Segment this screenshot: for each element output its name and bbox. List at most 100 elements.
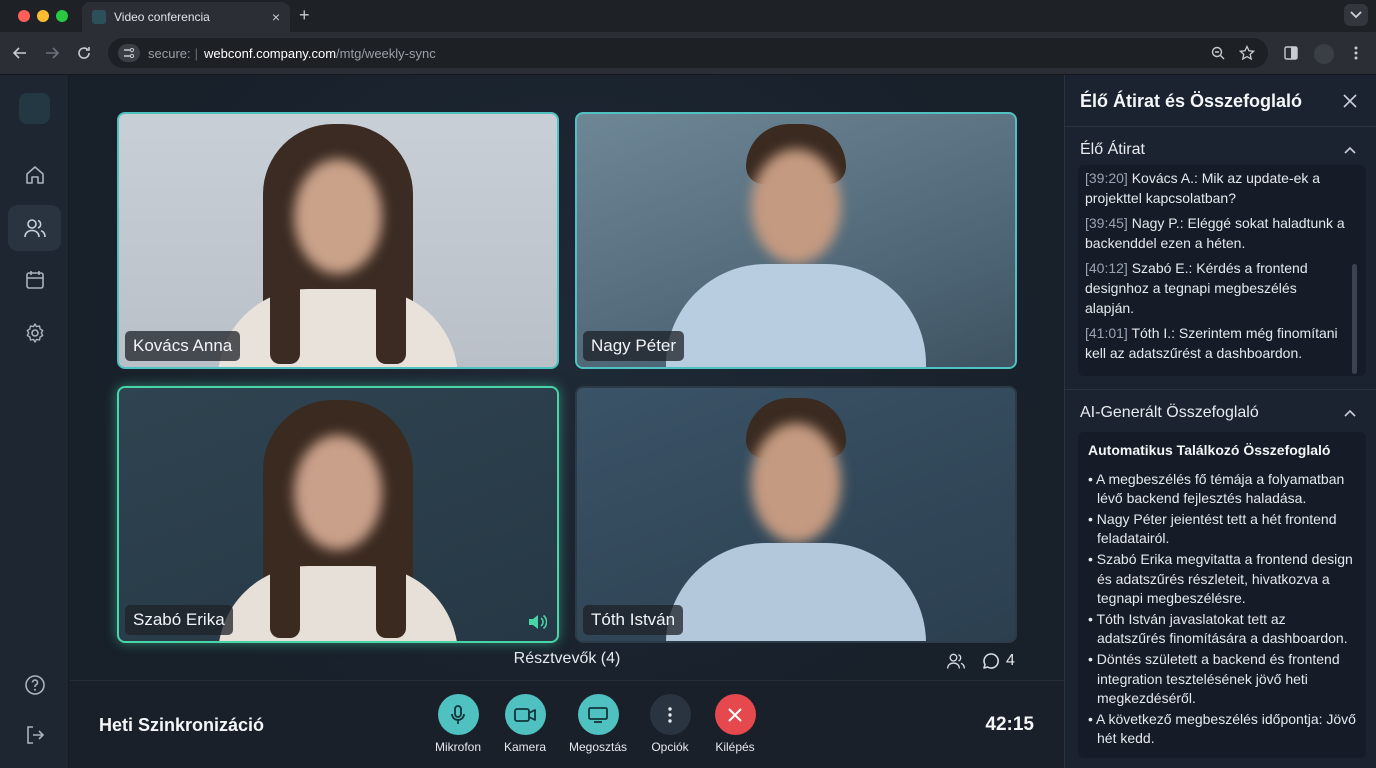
video-tile-toth-istvan[interactable]: Tóth István (575, 386, 1017, 643)
control-bar: Heti Szinkronizáció Mikrofon Kamera Mego… (70, 680, 1064, 768)
calendar-icon (25, 271, 44, 289)
summary-list: A megbeszélés fő témája a folyamatban lé… (1088, 470, 1356, 749)
close-icon (728, 707, 742, 722)
summary-item: Döntés született a backend és frontend i… (1088, 650, 1356, 709)
summary-item: A következő megbeszélés időpontja: Jövő … (1088, 710, 1356, 749)
participant-video (646, 388, 946, 641)
window-zoom-button[interactable] (56, 10, 68, 22)
transcript-list: [39:20] Kovács A.: Mik az update-ek a pr… (1078, 165, 1366, 376)
camera-label: Kamera (503, 740, 547, 754)
transcript-section-title[interactable]: Élő Átirat (1080, 141, 1145, 159)
more-icon (668, 706, 672, 723)
summary-section-title[interactable]: AI-Generált Összefoglaló (1080, 404, 1259, 422)
transcript-entry: [39:45] Nagy P.: Eléggé sokat haladtunk … (1085, 215, 1345, 251)
chat-count: 4 (1006, 652, 1015, 669)
participants-count[interactable]: Résztvevők (4) (70, 650, 1064, 672)
sidebar (0, 75, 69, 768)
chat-icon[interactable] (982, 652, 1000, 670)
forward-button[interactable] (42, 43, 62, 63)
sidebar-item-participants[interactable] (8, 205, 61, 251)
back-button[interactable] (10, 43, 30, 63)
divider (1065, 389, 1376, 390)
transcript-entry: [39:20] Kovács A.: Mik az update-ek a pr… (1085, 170, 1321, 206)
participant-video (646, 114, 946, 367)
summary-box: Automatikus Találkozó Összefoglaló A meg… (1078, 432, 1366, 758)
panel-close-icon[interactable] (1342, 93, 1358, 109)
conference-app: Kovács Anna Nagy Péter Szabó Erika Tóth … (0, 75, 1376, 768)
help-icon (24, 675, 45, 695)
meeting-title: Heti Szinkronizáció (99, 715, 265, 735)
speaker-active-icon (529, 614, 547, 630)
window-minimize-button[interactable] (37, 10, 49, 22)
zoom-icon[interactable] (1209, 44, 1227, 62)
arrow-right-icon (46, 47, 60, 59)
video-tile-kovacs-anna[interactable]: Kovács Anna (117, 112, 559, 369)
browser-tab[interactable]: Video conferencia × (82, 2, 290, 32)
browser-toolbar: secure: | webconf.company.com /mtg/weekl… (0, 32, 1376, 75)
reload-button[interactable] (74, 43, 94, 63)
summary-item: A megbeszélés fő témája a folyamatban lé… (1088, 470, 1356, 509)
address-bar[interactable]: secure: | webconf.company.com /mtg/weekl… (108, 38, 1268, 68)
logout-icon (26, 726, 44, 744)
arrow-left-icon (12, 47, 26, 59)
participant-name-tag: Nagy Péter (583, 331, 685, 361)
tab-search-button[interactable] (1344, 4, 1368, 26)
tab-close-button[interactable]: × (272, 9, 280, 25)
microphone-icon (451, 704, 465, 724)
screen-share-label: Megosztás (568, 740, 628, 754)
sidebar-item-calendar[interactable] (8, 257, 61, 303)
camera-icon (514, 707, 536, 722)
window-close-button[interactable] (18, 10, 30, 22)
favicon-icon (92, 10, 106, 24)
users-icon (23, 219, 46, 238)
chevron-up-icon[interactable] (1344, 409, 1356, 417)
screen-share-icon (588, 706, 608, 723)
secure-label: secure: (148, 45, 191, 61)
video-tile-nagy-peter[interactable]: Nagy Péter (575, 112, 1017, 369)
participant-name-tag: Szabó Erika (125, 605, 233, 635)
video-tile-szabo-erika[interactable]: Szabó Erika (117, 386, 559, 643)
panel-title: Élő Átirat és Összefoglaló (1080, 91, 1303, 111)
transcript-panel: Élő Átirat és Összefoglaló Élő Átirat [3… (1064, 75, 1376, 768)
side-panel-icon[interactable] (1281, 43, 1301, 63)
summary-item: Nagy Péter jeientést tett a hét frontend… (1088, 510, 1356, 549)
video-stage: Kovács Anna Nagy Péter Szabó Erika Tóth … (70, 75, 1064, 768)
sidebar-item-help[interactable] (8, 662, 61, 708)
participant-video (208, 388, 468, 641)
meeting-timer: 42:15 (985, 714, 1034, 735)
reload-icon (78, 47, 90, 59)
gear-icon (26, 323, 43, 343)
chevron-down-icon (1350, 11, 1362, 19)
divider (1065, 126, 1376, 127)
address-path: /mtg/weekly-sync (336, 45, 436, 61)
participant-name-tag: Kovács Anna (125, 331, 241, 361)
profile-avatar[interactable] (1314, 44, 1334, 64)
home-icon (25, 166, 44, 184)
participant-name-tag: Tóth István (583, 605, 684, 635)
browser-tab-bar: Video conferencia × + (0, 0, 1376, 32)
participants-icon[interactable] (946, 651, 966, 671)
transcript-entry: [41:01] Tóth I.: Szerintem még finomítan… (1085, 325, 1338, 361)
app-logo (19, 93, 50, 124)
summary-item: Tóth István javaslatokat tett az adatszű… (1088, 610, 1356, 649)
transcript-scrollbar[interactable] (1352, 264, 1357, 374)
sidebar-item-settings[interactable] (8, 310, 61, 356)
tab-title: Video conferencia (114, 10, 210, 24)
address-separator: | (194, 45, 199, 61)
leave-button[interactable]: Kilépés (695, 694, 775, 754)
address-host: webconf.company.com (204, 45, 337, 61)
browser-menu-icon[interactable] (1346, 43, 1366, 63)
camera-button[interactable]: Kamera (485, 694, 565, 754)
leave-label: Kilépés (715, 740, 755, 754)
sidebar-item-home[interactable] (8, 152, 61, 198)
bookmark-star-icon[interactable] (1238, 44, 1256, 62)
new-tab-button[interactable]: + (299, 5, 310, 26)
screen-share-button[interactable]: Megosztás (558, 694, 638, 754)
participant-video (208, 114, 468, 367)
summary-item: Szabó Erika megvitatta a frontend design… (1088, 550, 1356, 609)
chevron-up-icon[interactable] (1344, 146, 1356, 154)
site-info-icon[interactable] (118, 44, 140, 62)
sidebar-item-logout[interactable] (8, 712, 61, 758)
transcript-entry: [40:12] Szabó E.: Kérdés a frontend desi… (1085, 260, 1308, 316)
summary-title: Automatikus Találkozó Összefoglaló (1088, 442, 1331, 458)
